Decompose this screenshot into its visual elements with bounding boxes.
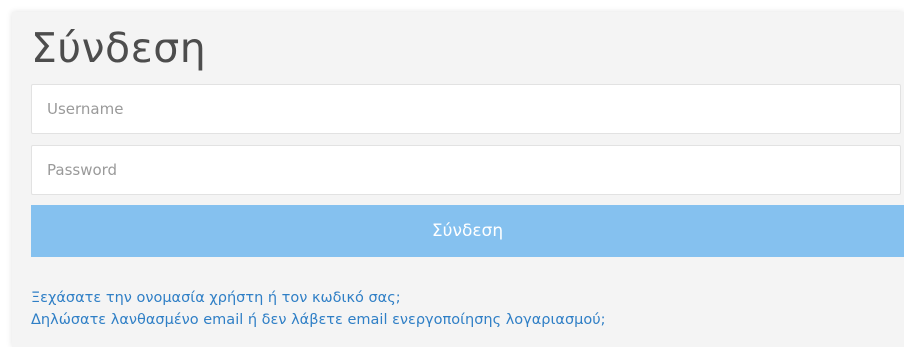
help-links: Ξεχάσατε την ονομασία χρήστη ή τον κωδικ… [31,287,606,331]
password-input[interactable] [31,145,901,195]
wrong-email-link[interactable]: Δηλώσατε λανθασμένο email ή δεν λάβετε e… [31,309,606,331]
username-input[interactable] [31,84,901,134]
login-button[interactable]: Σύνδεση [31,205,904,257]
page-title: Σύνδεση [31,24,207,72]
forgot-credentials-link[interactable]: Ξεχάσατε την ονομασία χρήστη ή τον κωδικ… [31,287,606,309]
